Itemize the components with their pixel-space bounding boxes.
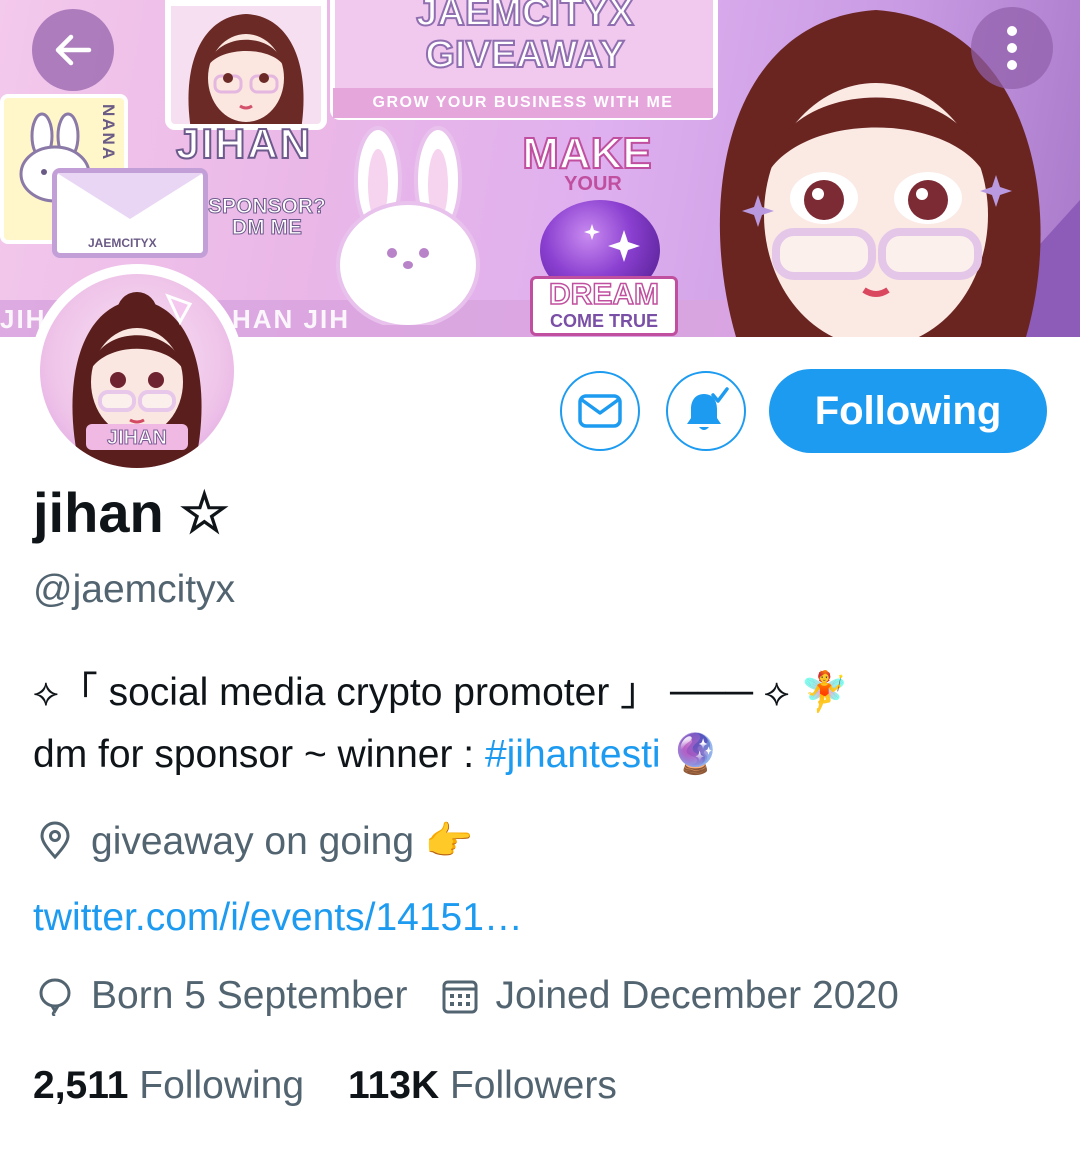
birthday-text: Born 5 September	[91, 974, 408, 1017]
bio-line-2-suffix: 🔮	[660, 733, 720, 776]
profile-bio: ⟡「 social media crypto promoter 」 ─── ⟡ …	[33, 662, 1043, 786]
envelope-icon	[578, 394, 622, 428]
message-button[interactable]	[560, 371, 640, 451]
back-button[interactable]	[32, 9, 114, 91]
balloon-icon	[33, 974, 77, 1018]
banner-make-text: MAKE	[521, 129, 653, 178]
avatar[interactable]: JIHAN	[40, 274, 234, 468]
following-label: Following	[139, 1064, 305, 1107]
banner-name-art: JIHAN	[175, 119, 313, 168]
followers-count: 113K	[348, 1064, 440, 1107]
banner-dream-text: DREAM	[548, 278, 660, 312]
following-button[interactable]: Following	[769, 369, 1047, 453]
joined-text: Joined December 2020	[495, 974, 899, 1017]
followers-stat-link[interactable]: 113K Followers	[348, 1064, 617, 1107]
display-name: jihan ☆	[33, 481, 230, 544]
avatar-badge-text: JIHAN	[107, 427, 167, 449]
arrow-left-icon	[55, 34, 92, 66]
bio-hashtag-link[interactable]: #jihantesti	[485, 733, 661, 776]
banner-dream-sign: DREAM COME TRUE	[530, 276, 678, 336]
banner-bunny-illustration	[336, 126, 480, 325]
bio-line-2: dm for sponsor ~ winner : #jihantesti 🔮	[33, 724, 1043, 786]
banner-portrait-small	[165, 0, 327, 130]
more-options-button[interactable]	[971, 7, 1053, 89]
calendar-icon	[438, 974, 482, 1018]
following-stat-link[interactable]: 2,511 Following	[33, 1064, 304, 1107]
following-count: 2,511	[33, 1064, 129, 1107]
location-row: giveaway on going 👉	[33, 818, 473, 864]
banner-come-true-text: COME TRUE	[550, 311, 658, 331]
banner-giveaway-title: JAEMCITYX GIVEAWAY	[415, 0, 634, 77]
notifications-button[interactable]	[666, 371, 746, 451]
dates-row: Born 5 September Joined December 2020	[33, 974, 899, 1018]
banner-tagline: GROW YOUR BUSINESS WITH ME	[372, 94, 674, 111]
more-vertical-icon	[1007, 26, 1017, 70]
location-text: giveaway on going 👉	[91, 820, 474, 863]
website-link[interactable]: twitter.com/i/events/14151…	[33, 896, 523, 940]
banner-envelope-label: JAEMCITYX	[88, 236, 157, 250]
username-handle: @jaemcityx	[33, 568, 236, 611]
banner-nana-text: NANA	[99, 104, 118, 162]
bio-line-1: ⟡「 social media crypto promoter 」 ─── ⟡ …	[33, 671, 849, 714]
banner-your-text: YOUR	[564, 173, 622, 195]
banner-sponsor-line2: DM ME	[231, 216, 302, 239]
bell-check-icon	[687, 387, 729, 430]
joined-date: Joined December 2020	[438, 974, 899, 1018]
location-pin-icon	[33, 819, 77, 863]
follow-stats: 2,511 Following 113K Followers	[33, 1064, 617, 1108]
bio-line-2-prefix: dm for sponsor ~ winner :	[33, 733, 485, 776]
followers-label: Followers	[449, 1064, 617, 1107]
